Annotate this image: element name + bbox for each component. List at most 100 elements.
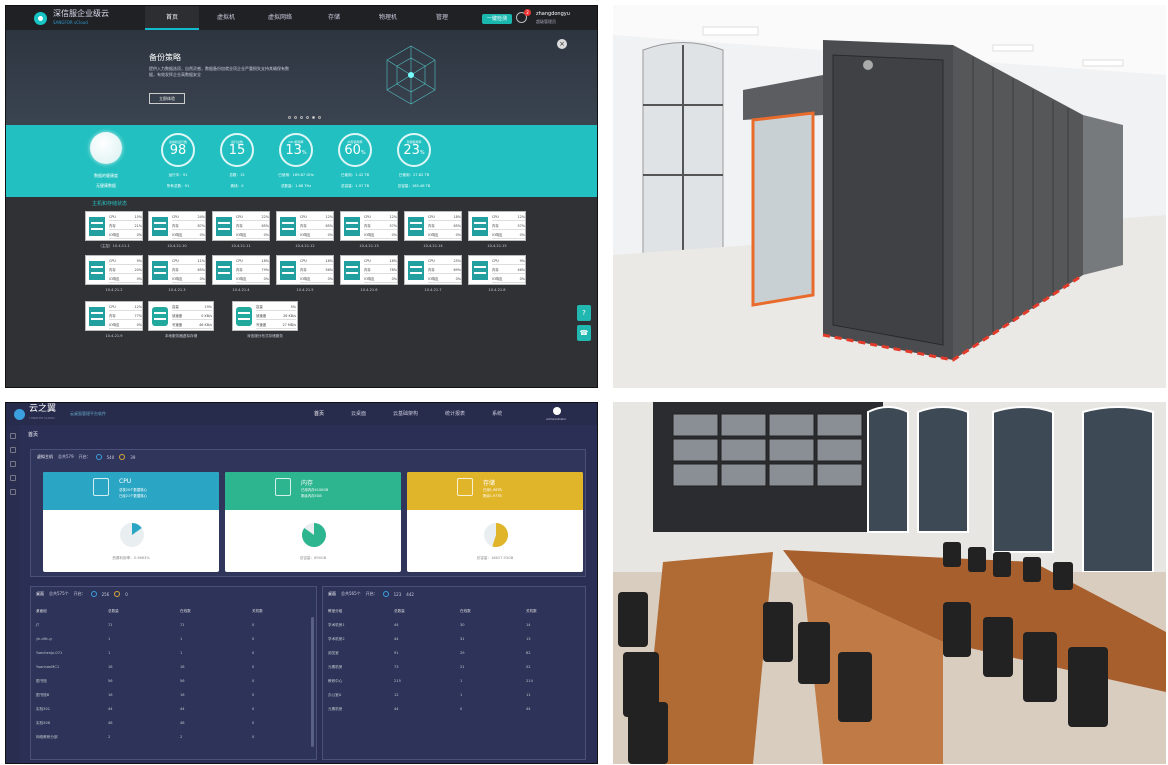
resource-card[interactable]: 内存 已用内存4100GB 剩余内存5GB 总容量：890GB bbox=[225, 472, 401, 572]
table-row[interactable]: 实验301 44 44 0 bbox=[36, 707, 302, 712]
resource-card[interactable]: CPU 总核20个数据核心 已经21个数据核心 资源利用率：0.9683% bbox=[43, 472, 219, 572]
mem-label: 内存 bbox=[172, 268, 179, 272]
table-cell: 0 bbox=[252, 707, 255, 711]
host-card[interactable]: CPU 15% 内存 21% IO响应 0% bbox=[85, 211, 143, 241]
nav-console-home[interactable]: 首页 bbox=[314, 403, 324, 425]
host-cpu-row: CPU 22% bbox=[236, 214, 269, 221]
nav-home[interactable]: 首页 bbox=[145, 6, 199, 30]
host-card[interactable]: CPU 11% 内存 65% IO响应 0% bbox=[148, 255, 206, 285]
host-card[interactable]: CPU 12% 内存 57% IO响应 0% bbox=[340, 211, 398, 241]
nav-physical[interactable]: 物理机 bbox=[361, 6, 415, 30]
host-disk-row: IO响应 0% bbox=[172, 276, 205, 283]
nav-admin[interactable]: 管理 bbox=[415, 6, 469, 30]
host-card[interactable]: CPU 24% 内存 87% IO响应 0% bbox=[148, 211, 206, 241]
online-icon bbox=[90, 591, 97, 597]
table-row[interactable]: Yuechenjx-071 1 1 0 bbox=[36, 651, 302, 655]
nav-console-reports[interactable]: 统计报表 bbox=[445, 403, 465, 425]
server-icon bbox=[280, 261, 296, 280]
host-card[interactable]: CPU 18% 内存 65% IO响应 0% bbox=[404, 211, 462, 241]
host-card[interactable]: CPU 16% 内存 56% IO响应 0% bbox=[276, 255, 334, 285]
side-help-icon[interactable]: ? bbox=[577, 305, 591, 321]
user-avatar-icon[interactable] bbox=[553, 407, 561, 415]
table-row[interactable]: 元素机房 73 21 52 bbox=[328, 665, 576, 670]
nav-vnet[interactable]: 虚拟网络 bbox=[253, 6, 307, 30]
side-contact-icon[interactable]: ☎ bbox=[577, 325, 591, 341]
home-icon[interactable] bbox=[10, 433, 16, 439]
table-row[interactable]: YuanhanMC1 18 18 0 bbox=[36, 665, 302, 669]
storage-read-label: 读速度 bbox=[256, 314, 267, 318]
pager-dot[interactable] bbox=[318, 116, 321, 119]
pager-dot[interactable] bbox=[288, 116, 291, 119]
report-icon[interactable] bbox=[10, 475, 16, 481]
table-cell: 44 bbox=[394, 623, 399, 627]
table-cell: 0 bbox=[252, 735, 255, 739]
storage-card[interactable]: 容量 19% 读速度 0 KB/s 写速度 46 KB/s bbox=[148, 301, 214, 331]
table-row[interactable]: yk-dlfc-g 1 1 0 bbox=[36, 637, 302, 641]
t2-header: 桌面 总共565个 开启： 123 442 bbox=[328, 591, 414, 597]
datacenter-photo bbox=[613, 5, 1166, 388]
table-row[interactable]: 办公室A 12 1 11 bbox=[328, 693, 576, 698]
mem-label: 内存 bbox=[300, 224, 307, 228]
table-row[interactable]: 学术机房1 44 30 14 bbox=[328, 623, 576, 628]
pager-dot[interactable] bbox=[300, 116, 303, 119]
t1-scrollbar[interactable] bbox=[311, 617, 314, 747]
nav-storage[interactable]: 存储 bbox=[307, 6, 361, 30]
host-cpu: 12% bbox=[134, 305, 142, 309]
table-row[interactable]: JT 71 71 0 bbox=[36, 623, 302, 627]
table-row[interactable]: 图书馆B 16 16 0 bbox=[36, 693, 302, 698]
pager-dot-active[interactable] bbox=[312, 116, 315, 119]
table-cell: 0 bbox=[252, 665, 255, 669]
disk-label: IO响应 bbox=[172, 233, 183, 237]
table-cell: 图书馆 bbox=[36, 679, 47, 683]
one-click-check-button[interactable]: 一键检测 bbox=[482, 14, 512, 24]
nav-console-desktop[interactable]: 云桌面 bbox=[351, 403, 366, 425]
table-row[interactable]: 实验308 48 48 0 bbox=[36, 721, 302, 726]
banner-try-button[interactable]: 立即体验 bbox=[149, 93, 185, 104]
table-row[interactable]: 网络教研分部 2 2 0 bbox=[36, 735, 302, 740]
nav-console-system[interactable]: 系统 bbox=[492, 403, 502, 425]
table-row[interactable]: 阅览室 91 29 62 bbox=[328, 651, 576, 656]
host-card[interactable]: CPU 22% 内存 65% IO响应 0% bbox=[212, 211, 270, 241]
console-user-name[interactable]: administrator bbox=[546, 417, 566, 421]
settings-icon[interactable] bbox=[10, 489, 16, 495]
pager-dot[interactable] bbox=[306, 116, 309, 119]
table-header: 教室分组 总数量 在线数 关机数 bbox=[328, 609, 576, 614]
host-disk: 0% bbox=[327, 277, 333, 281]
table-row[interactable]: 教研中心 215 1 214 bbox=[328, 679, 576, 684]
host-disk: 0% bbox=[263, 277, 269, 281]
metric-number: 98 bbox=[169, 143, 187, 158]
storage-card[interactable]: 容量 5% 读速度 26 KB/s 写速度 27 MB/s bbox=[232, 301, 298, 331]
host-card[interactable]: CPU 16% 内存 78% IO响应 0% bbox=[340, 255, 398, 285]
table-cell: Yuechenjx-071 bbox=[36, 651, 63, 655]
banner-close-icon[interactable]: × bbox=[557, 39, 567, 49]
vm-panel-title: 虚拟主机 bbox=[37, 454, 53, 459]
cpu-label: CPU bbox=[300, 259, 307, 263]
metric-value: 15 bbox=[222, 144, 252, 160]
host-card[interactable]: CPU 12% 内存 57% IO响应 0% bbox=[468, 211, 526, 241]
user-menu[interactable]: zhangdongyu 超级管理员 bbox=[536, 11, 570, 25]
metric-unit: % bbox=[419, 150, 425, 156]
table-row[interactable]: 学术机房2 44 31 13 bbox=[328, 637, 576, 642]
desktop-icon[interactable] bbox=[10, 447, 16, 453]
host-card[interactable]: CPU 9% 内存 20% IO响应 0% bbox=[85, 255, 143, 285]
host-card[interactable]: CPU 18% 内存 79% IO响应 0% bbox=[212, 255, 270, 285]
user-icon[interactable] bbox=[10, 461, 16, 467]
resource-card[interactable]: 存储 已用1.96TB 剩余1.97TB 总容量：18627.93GB bbox=[407, 472, 583, 572]
table-cell: 44 bbox=[180, 707, 185, 711]
promo-banner: 备份策略 提供入力数据选项，自然灵感，数据备份加就业项企业严重损失支持其确保有数… bbox=[6, 30, 597, 125]
nav-console-infra[interactable]: 云基础架构 bbox=[393, 403, 418, 425]
host-card[interactable]: CPU 9% 内存 46% IO响应 0% bbox=[468, 255, 526, 285]
metric-sub1: 已使用：169.87 GHz bbox=[278, 173, 314, 177]
host-name: 10.4.21.5 bbox=[296, 288, 314, 292]
nav-vm[interactable]: 虚拟机 bbox=[199, 6, 253, 30]
table-cell: 71 bbox=[108, 623, 113, 627]
table-cell: 44 bbox=[394, 707, 399, 711]
host-card[interactable]: CPU 12% 内存 65% IO响应 0% bbox=[276, 211, 334, 241]
host-card[interactable]: CPU 12% 内存 77% IO响应 0% bbox=[85, 301, 143, 331]
host-disk: 0% bbox=[519, 277, 525, 281]
table-row[interactable]: 图书馆 56 56 0 bbox=[36, 679, 302, 684]
host-card[interactable]: CPU 25% 内存 69% IO响应 0% bbox=[404, 255, 462, 285]
pager-dot[interactable] bbox=[294, 116, 297, 119]
table-cell: 1 bbox=[460, 679, 463, 683]
table-row[interactable]: 元素机房 44 0 44 bbox=[328, 707, 576, 712]
